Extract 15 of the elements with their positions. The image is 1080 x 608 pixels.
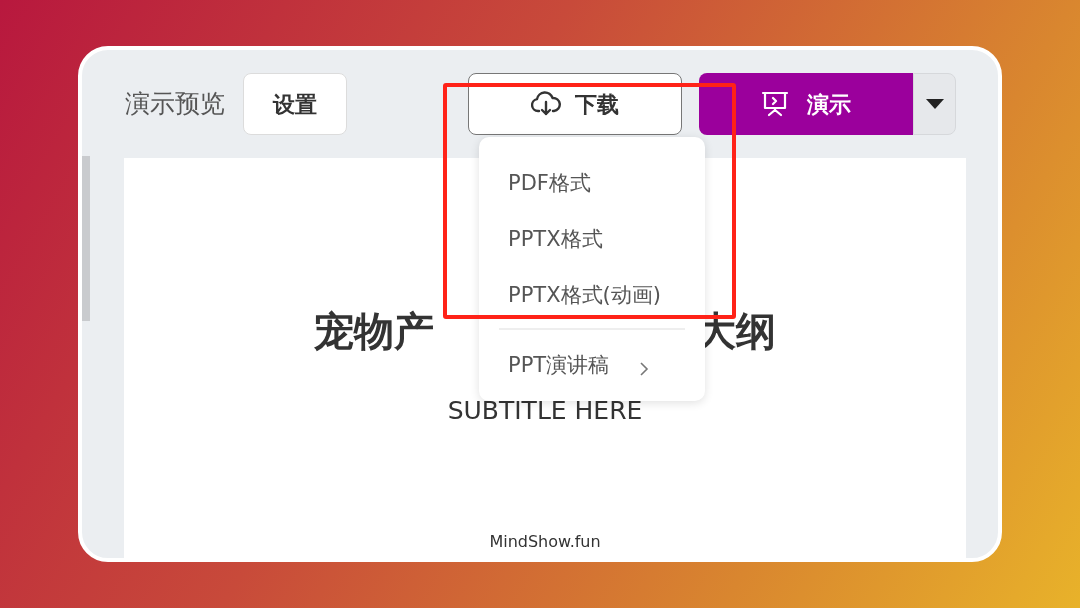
scrollbar[interactable] [82, 156, 90, 321]
chevron-right-icon [639, 361, 650, 377]
slide-footer: MindShow.fun [489, 529, 601, 554]
page-title: 演示预览 [125, 88, 225, 121]
present-button[interactable]: 演示 [699, 73, 913, 135]
presentation-screen-icon [761, 91, 789, 117]
slide-title: 宠物产 [314, 307, 434, 356]
caret-down-icon [925, 99, 944, 109]
menu-item[interactable]: PPTX格式 [479, 211, 705, 267]
cloud-download-icon [531, 91, 561, 117]
dropdown-toggle[interactable] [913, 73, 956, 135]
settings-button[interactable]: 设置 [243, 73, 347, 135]
download-button[interactable]: 下载 [468, 73, 682, 135]
menu-item[interactable]: PPTX格式(动画) [479, 267, 705, 323]
menu-item[interactable]: PDF格式 [479, 155, 705, 211]
